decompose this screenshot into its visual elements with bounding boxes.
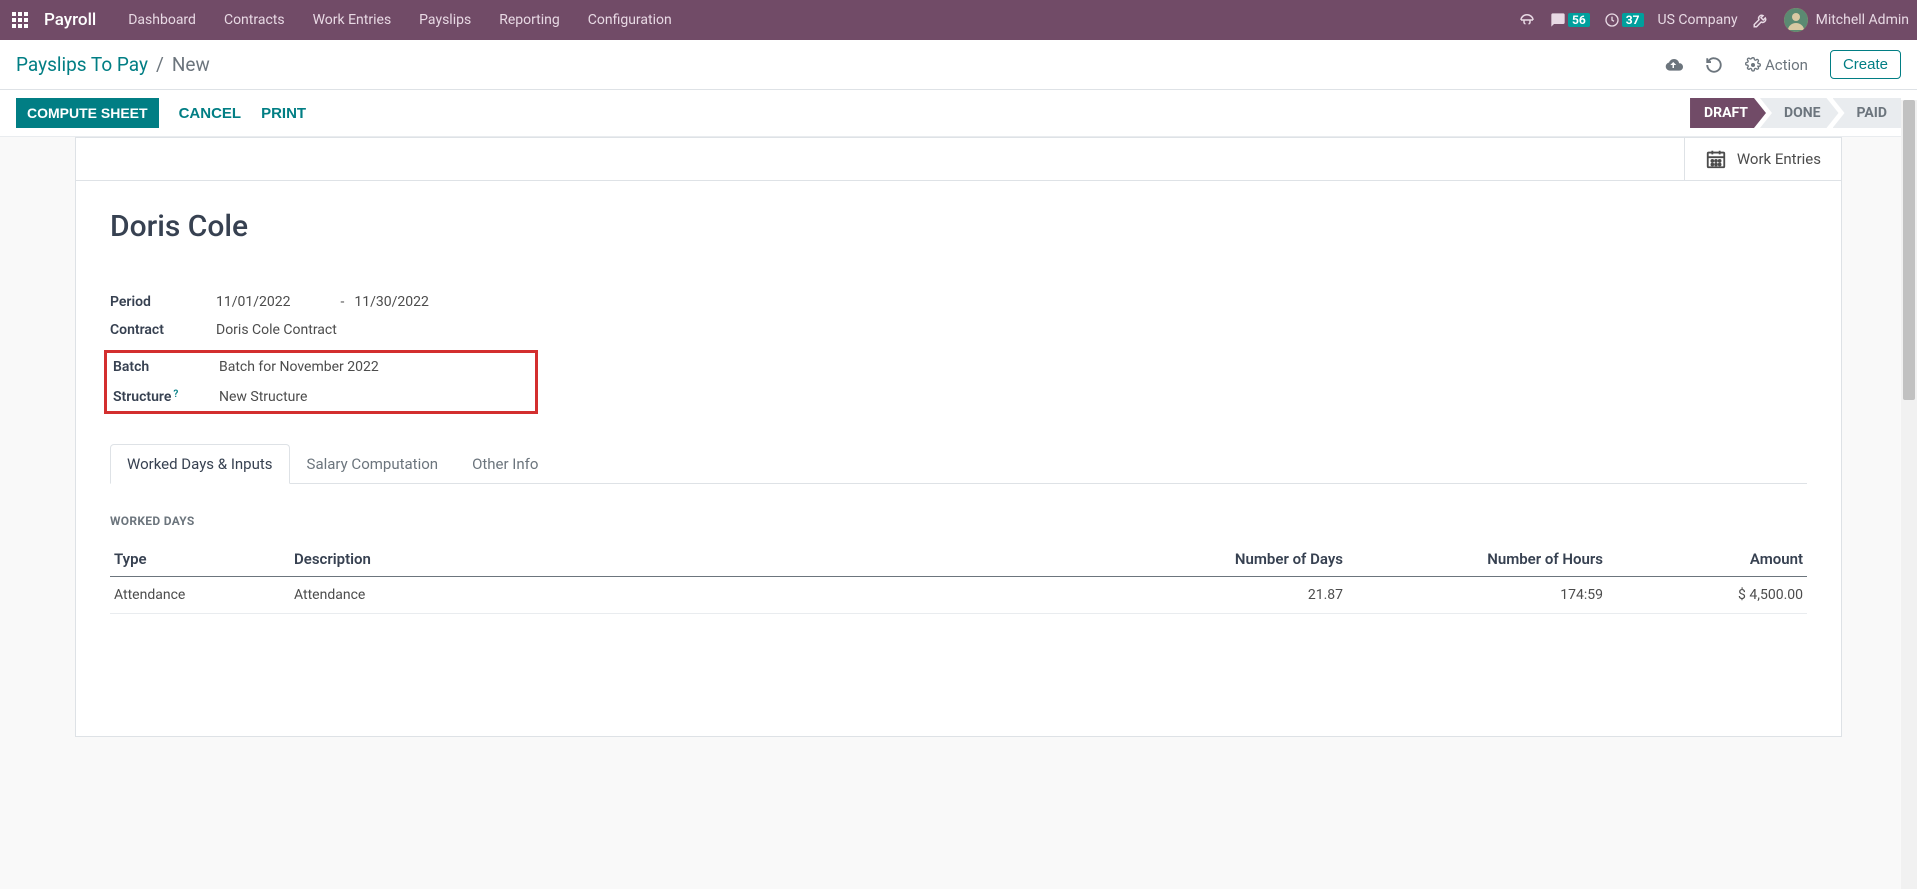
company-selector[interactable]: US Company <box>1658 12 1738 28</box>
contract-value[interactable]: Doris Cole Contract <box>216 322 337 338</box>
voip-icon[interactable] <box>1518 11 1536 29</box>
print-button[interactable]: PRINT <box>261 105 306 122</box>
cancel-button[interactable]: CANCEL <box>179 105 242 122</box>
worked-days-table: Type Description Number of Days Number o… <box>110 542 1807 614</box>
breadcrumb-sep: / <box>156 53 164 76</box>
scrollbar[interactable] <box>1901 100 1917 889</box>
table-header-row: Type Description Number of Days Number o… <box>110 542 1807 577</box>
highlight-box: Batch Batch for November 2022 Structure … <box>104 350 538 414</box>
tab-salary-computation[interactable]: Salary Computation <box>290 444 456 484</box>
batch-value[interactable]: Batch for November 2022 <box>219 359 379 375</box>
action-label: Action <box>1765 56 1808 74</box>
breadcrumb-actions: Action Create <box>1665 50 1901 79</box>
chat-count: 56 <box>1568 13 1590 27</box>
user-menu[interactable]: Mitchell Admin <box>1784 8 1909 32</box>
scrollbar-thumb[interactable] <box>1903 100 1915 400</box>
th-hours: Number of Hours <box>1347 542 1607 577</box>
structure-label-text: Structure <box>113 389 171 405</box>
breadcrumb: Payslips To Pay / New <box>16 53 210 76</box>
avatar <box>1784 8 1808 32</box>
th-amount: Amount <box>1607 542 1807 577</box>
activity-badge[interactable]: 37 <box>1604 12 1644 28</box>
compute-sheet-button[interactable]: COMPUTE SHEET <box>16 98 159 128</box>
breadcrumb-bar: Payslips To Pay / New Action Create <box>0 40 1917 90</box>
stage-draft[interactable]: DRAFT <box>1690 98 1766 128</box>
nav-dashboard[interactable]: Dashboard <box>116 6 208 34</box>
batch-field: Batch Batch for November 2022 <box>107 359 531 375</box>
period-field: Period 11/01/2022 - 11/30/2022 <box>110 294 1807 310</box>
activity-count: 37 <box>1622 13 1644 27</box>
nav-links: Dashboard Contracts Work Entries Payslip… <box>116 6 1518 34</box>
form-fields: Period 11/01/2022 - 11/30/2022 Contract … <box>110 294 1807 414</box>
period-label: Period <box>110 294 216 310</box>
th-days: Number of Days <box>1147 542 1347 577</box>
calendar-icon <box>1705 148 1727 170</box>
period-sep: - <box>341 294 345 310</box>
td-hours: 174:59 <box>1347 577 1607 614</box>
stage-paid[interactable]: PAID <box>1833 98 1902 128</box>
user-name: Mitchell Admin <box>1816 12 1909 28</box>
batch-label: Batch <box>113 359 219 375</box>
app-brand[interactable]: Payroll <box>44 10 96 30</box>
nav-work-entries[interactable]: Work Entries <box>301 6 404 34</box>
work-entries-button[interactable]: Work Entries <box>1684 138 1841 180</box>
status-actions: COMPUTE SHEET CANCEL PRINT <box>16 98 306 128</box>
sheet-header: Work Entries <box>76 138 1841 181</box>
status-stages: DRAFT DONE PAID <box>1690 98 1901 128</box>
tools-icon[interactable] <box>1752 11 1770 29</box>
undo-icon[interactable] <box>1705 56 1723 74</box>
contract-label: Contract <box>110 322 216 338</box>
th-description: Description <box>290 542 1147 577</box>
stage-done[interactable]: DONE <box>1760 98 1839 128</box>
td-description: Attendance <box>290 577 1147 614</box>
tab-worked-days[interactable]: Worked Days & Inputs <box>110 444 290 484</box>
structure-value[interactable]: New Structure <box>219 389 307 405</box>
nav-reporting[interactable]: Reporting <box>487 6 572 34</box>
apps-icon[interactable] <box>8 8 32 32</box>
breadcrumb-current: New <box>172 53 210 76</box>
status-bar: COMPUTE SHEET CANCEL PRINT DRAFT DONE PA… <box>0 90 1917 137</box>
th-type: Type <box>110 542 290 577</box>
structure-label: Structure ? <box>113 389 219 405</box>
sheet-body: Doris Cole Period 11/01/2022 - 11/30/202… <box>76 181 1841 642</box>
td-days: 21.87 <box>1147 577 1347 614</box>
period-value[interactable]: 11/01/2022 - 11/30/2022 <box>216 294 429 310</box>
form-sheet: Work Entries Doris Cole Period 11/01/202… <box>75 137 1842 737</box>
top-nav: Payroll Dashboard Contracts Work Entries… <box>0 0 1917 40</box>
help-icon[interactable]: ? <box>173 389 178 400</box>
nav-payslips[interactable]: Payslips <box>407 6 483 34</box>
tab-other-info[interactable]: Other Info <box>455 444 555 484</box>
work-entries-label: Work Entries <box>1737 150 1821 168</box>
period-to: 11/30/2022 <box>354 294 429 310</box>
worked-days-section: WORKED DAYS Type Description Number of D… <box>110 514 1807 614</box>
cloud-upload-icon[interactable] <box>1665 56 1683 74</box>
employee-name[interactable]: Doris Cole <box>110 209 1807 244</box>
nav-right: 56 37 US Company Mitchell Admin <box>1518 8 1909 32</box>
breadcrumb-parent[interactable]: Payslips To Pay <box>16 53 148 76</box>
table-row[interactable]: Attendance Attendance 21.87 174:59 $ 4,5… <box>110 577 1807 614</box>
period-from: 11/01/2022 <box>216 294 291 310</box>
nav-configuration[interactable]: Configuration <box>576 6 684 34</box>
section-title: WORKED DAYS <box>110 514 1807 528</box>
td-amount: $ 4,500.00 <box>1607 577 1807 614</box>
chat-badge[interactable]: 56 <box>1550 12 1590 28</box>
td-type: Attendance <box>110 577 290 614</box>
action-dropdown[interactable]: Action <box>1745 56 1808 74</box>
tabs: Worked Days & Inputs Salary Computation … <box>110 444 1807 484</box>
main-content: Work Entries Doris Cole Period 11/01/202… <box>0 137 1917 777</box>
nav-contracts[interactable]: Contracts <box>212 6 297 34</box>
structure-field: Structure ? New Structure <box>107 389 531 405</box>
contract-field: Contract Doris Cole Contract <box>110 322 1807 338</box>
create-button[interactable]: Create <box>1830 50 1901 79</box>
